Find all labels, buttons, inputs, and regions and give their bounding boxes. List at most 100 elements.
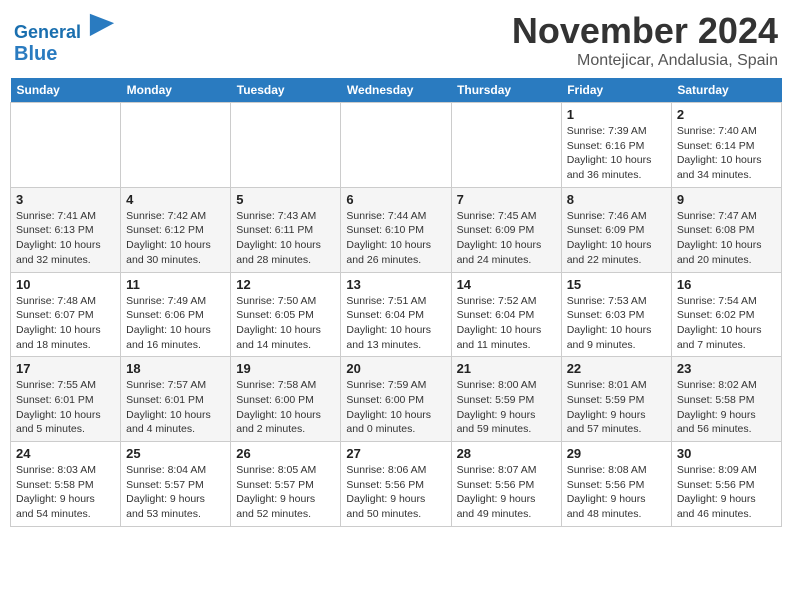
weekday-header-saturday: Saturday [671,78,781,103]
day-cell: 9 Sunrise: 7:47 AM Sunset: 6:08 PM Daylig… [671,187,781,272]
day-info: Sunrise: 7:54 AM Sunset: 6:02 PM Dayligh… [677,294,776,353]
day-cell: 14 Sunrise: 7:52 AM Sunset: 6:04 PM Dayli… [451,272,561,357]
day-info: Sunrise: 7:40 AM Sunset: 6:14 PM Dayligh… [677,124,776,183]
day-cell: 4 Sunrise: 7:42 AM Sunset: 6:12 PM Daylig… [121,187,231,272]
month-title-area: November 2024 Montejicar, Andalusia, Spa… [512,10,778,70]
day-info: Sunrise: 8:08 AM Sunset: 5:56 PM Dayligh… [567,463,666,522]
day-cell: 8 Sunrise: 7:46 AM Sunset: 6:09 PM Daylig… [561,187,671,272]
day-info: Sunrise: 8:02 AM Sunset: 5:58 PM Dayligh… [677,378,776,437]
day-cell: 19 Sunrise: 7:58 AM Sunset: 6:00 PM Dayli… [231,357,341,442]
day-info: Sunrise: 8:05 AM Sunset: 5:57 PM Dayligh… [236,463,335,522]
day-number: 17 [16,361,115,376]
day-number: 16 [677,277,776,292]
day-number: 23 [677,361,776,376]
day-number: 3 [16,192,115,207]
day-cell: 21Sunrise: 8:00 AM Sunset: 5:59 PM Dayli… [451,357,561,442]
day-cell [11,103,121,188]
day-cell: 12Sunrise: 7:50 AM Sunset: 6:05 PM Dayli… [231,272,341,357]
day-cell: 28 Sunrise: 8:07 AM Sunset: 5:56 PM Dayli… [451,442,561,527]
header: General Blue November 2024 Montejicar, A… [10,10,782,70]
day-info: Sunrise: 7:46 AM Sunset: 6:09 PM Dayligh… [567,209,666,268]
day-number: 11 [126,277,225,292]
day-info: Sunrise: 7:39 AM Sunset: 6:16 PM Dayligh… [567,124,666,183]
day-info: Sunrise: 7:41 AM Sunset: 6:13 PM Dayligh… [16,209,115,268]
day-number: 28 [457,446,556,461]
day-cell: 6Sunrise: 7:44 AM Sunset: 6:10 PM Daylig… [341,187,451,272]
day-number: 6 [346,192,445,207]
day-info: Sunrise: 7:53 AM Sunset: 6:03 PM Dayligh… [567,294,666,353]
day-cell: 10 Sunrise: 7:48 AM Sunset: 6:07 PM Dayli… [11,272,121,357]
day-cell: 5 Sunrise: 7:43 AM Sunset: 6:11 PM Daylig… [231,187,341,272]
day-cell: 1 Sunrise: 7:39 AM Sunset: 6:16 PM Daylig… [561,103,671,188]
weekday-header-thursday: Thursday [451,78,561,103]
day-number: 14 [457,277,556,292]
day-number: 25 [126,446,225,461]
day-number: 18 [126,361,225,376]
day-info: Sunrise: 7:58 AM Sunset: 6:00 PM Dayligh… [236,378,335,437]
day-info: Sunrise: 7:43 AM Sunset: 6:11 PM Dayligh… [236,209,335,268]
day-info: Sunrise: 8:07 AM Sunset: 5:56 PM Dayligh… [457,463,556,522]
day-number: 21 [457,361,556,376]
day-cell: 29Sunrise: 8:08 AM Sunset: 5:56 PM Dayli… [561,442,671,527]
day-info: Sunrise: 7:48 AM Sunset: 6:07 PM Dayligh… [16,294,115,353]
day-info: Sunrise: 7:51 AM Sunset: 6:04 PM Dayligh… [346,294,445,353]
day-info: Sunrise: 8:09 AM Sunset: 5:56 PM Dayligh… [677,463,776,522]
day-number: 2 [677,107,776,122]
day-number: 13 [346,277,445,292]
calendar-table: SundayMondayTuesdayWednesdayThursdayFrid… [10,78,782,527]
day-number: 7 [457,192,556,207]
week-row-2: 3 Sunrise: 7:41 AM Sunset: 6:13 PM Daylig… [11,187,782,272]
day-cell: 15 Sunrise: 7:53 AM Sunset: 6:03 PM Dayli… [561,272,671,357]
day-number: 20 [346,361,445,376]
day-cell [341,103,451,188]
day-info: Sunrise: 7:55 AM Sunset: 6:01 PM Dayligh… [16,378,115,437]
day-number: 4 [126,192,225,207]
day-number: 8 [567,192,666,207]
day-info: Sunrise: 8:04 AM Sunset: 5:57 PM Dayligh… [126,463,225,522]
day-number: 5 [236,192,335,207]
day-cell: 30 Sunrise: 8:09 AM Sunset: 5:56 PM Dayli… [671,442,781,527]
day-info: Sunrise: 8:01 AM Sunset: 5:59 PM Dayligh… [567,378,666,437]
day-number: 30 [677,446,776,461]
day-info: Sunrise: 7:47 AM Sunset: 6:08 PM Dayligh… [677,209,776,268]
logo-icon [88,10,116,38]
day-info: Sunrise: 7:45 AM Sunset: 6:09 PM Dayligh… [457,209,556,268]
week-row-1: 1 Sunrise: 7:39 AM Sunset: 6:16 PM Daylig… [11,103,782,188]
day-number: 24 [16,446,115,461]
day-cell: 18 Sunrise: 7:57 AM Sunset: 6:01 PM Dayli… [121,357,231,442]
day-number: 15 [567,277,666,292]
day-cell: 7 Sunrise: 7:45 AM Sunset: 6:09 PM Daylig… [451,187,561,272]
week-row-4: 17 Sunrise: 7:55 AM Sunset: 6:01 PM Dayli… [11,357,782,442]
day-cell: 24Sunrise: 8:03 AM Sunset: 5:58 PM Dayli… [11,442,121,527]
day-info: Sunrise: 8:06 AM Sunset: 5:56 PM Dayligh… [346,463,445,522]
day-number: 10 [16,277,115,292]
day-info: Sunrise: 7:49 AM Sunset: 6:06 PM Dayligh… [126,294,225,353]
day-number: 1 [567,107,666,122]
logo-text: General [14,10,116,43]
logo-blue: Blue [14,43,116,65]
day-cell: 26 Sunrise: 8:05 AM Sunset: 5:57 PM Dayli… [231,442,341,527]
day-cell: 2 Sunrise: 7:40 AM Sunset: 6:14 PM Daylig… [671,103,781,188]
weekday-header-monday: Monday [121,78,231,103]
day-cell [451,103,561,188]
day-cell: 25 Sunrise: 8:04 AM Sunset: 5:57 PM Dayli… [121,442,231,527]
day-number: 26 [236,446,335,461]
weekday-header-wednesday: Wednesday [341,78,451,103]
day-info: Sunrise: 7:59 AM Sunset: 6:00 PM Dayligh… [346,378,445,437]
weekday-header-friday: Friday [561,78,671,103]
day-number: 27 [346,446,445,461]
day-info: Sunrise: 7:52 AM Sunset: 6:04 PM Dayligh… [457,294,556,353]
day-cell: 20 Sunrise: 7:59 AM Sunset: 6:00 PM Dayli… [341,357,451,442]
day-cell [121,103,231,188]
day-cell: 3 Sunrise: 7:41 AM Sunset: 6:13 PM Daylig… [11,187,121,272]
day-number: 9 [677,192,776,207]
day-cell: 27 Sunrise: 8:06 AM Sunset: 5:56 PM Dayli… [341,442,451,527]
week-row-3: 10 Sunrise: 7:48 AM Sunset: 6:07 PM Dayli… [11,272,782,357]
day-number: 12 [236,277,335,292]
day-number: 19 [236,361,335,376]
day-cell: 13 Sunrise: 7:51 AM Sunset: 6:04 PM Dayli… [341,272,451,357]
day-info: Sunrise: 7:42 AM Sunset: 6:12 PM Dayligh… [126,209,225,268]
day-info: Sunrise: 7:57 AM Sunset: 6:01 PM Dayligh… [126,378,225,437]
month-title: November 2024 [512,10,778,52]
weekday-header-tuesday: Tuesday [231,78,341,103]
